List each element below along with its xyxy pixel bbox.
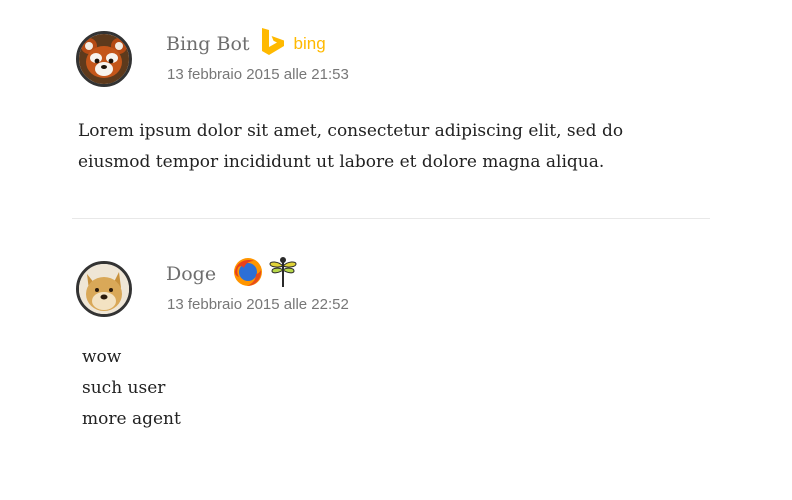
comment-date[interactable]: 13 febbraio 2015 alle 21:53: [167, 66, 349, 83]
comment-divider: [72, 218, 710, 219]
comment-text: Lorem ipsum dolor sit amet, consectetur …: [78, 121, 624, 172]
bing-icon: [260, 27, 288, 61]
avatar-doge: [76, 261, 132, 317]
avatar-red-panda: [76, 31, 132, 87]
comment-author[interactable]: Bing Bot: [166, 33, 250, 55]
comment-date[interactable]: 13 febbraio 2015 alle 22:52: [167, 296, 349, 313]
comment-text: wow such user more agent: [82, 342, 181, 435]
bing-logo-text: bing: [293, 34, 326, 53]
firefox-icon: [232, 256, 264, 292]
comment-author[interactable]: Doge: [166, 263, 216, 285]
comment-line: more agent: [82, 409, 181, 429]
comment-line: such user: [82, 378, 166, 398]
dragonfly-icon: [268, 255, 298, 293]
doge-icon: [79, 264, 129, 314]
red-panda-icon: [79, 34, 129, 84]
text-fade: [78, 176, 498, 190]
comment-line: wow: [82, 347, 122, 367]
